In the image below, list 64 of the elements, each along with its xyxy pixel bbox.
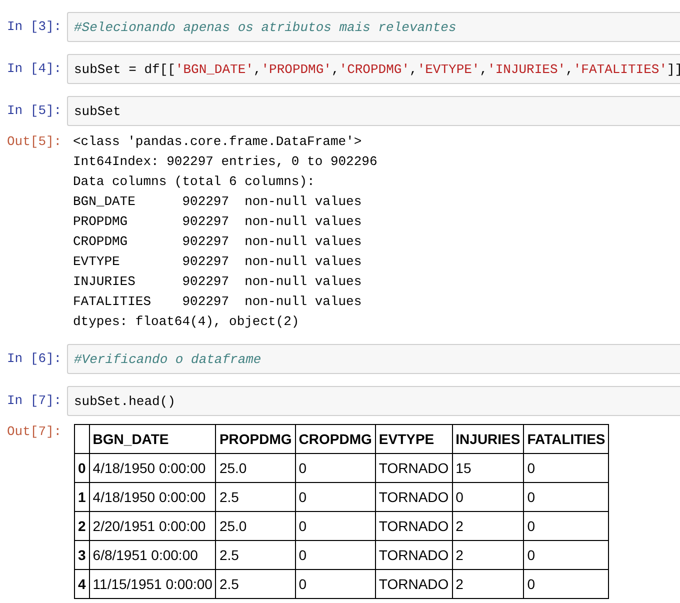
table-cell: 2.5 (216, 540, 296, 570)
table-cell: 0 (524, 482, 609, 512)
input-prompt: In [7]: (7, 392, 63, 410)
row-index: 4 (74, 570, 90, 598)
table-cell: 25.0 (216, 512, 296, 540)
code-cell[interactable]: subSet.head() (67, 386, 680, 416)
code-cell[interactable]: subSet = df[['BGN_DATE','PROPDMG','CROPDMG','EVTYPE','INJURIES','FATALITIES']] (67, 54, 680, 84)
output-line: INJURIES 902297 non-null values (73, 273, 363, 291)
code-cell[interactable]: #Selecionando apenas os atributos mais relevantes (67, 12, 680, 42)
table-cell: TORNADO (375, 570, 452, 598)
output-line: Int64Index: 902297 entries, 0 to 902296 (73, 153, 378, 171)
table-cell: 2 (452, 540, 524, 570)
table-cell: 0 (524, 454, 609, 482)
column-header: CROPDMG (295, 424, 376, 454)
output-prompt: Out[7]: (7, 423, 63, 441)
table-cell: 6/8/1951 0:00:00 (89, 540, 216, 570)
input-prompt: In [5]: (7, 102, 63, 120)
table-cell: TORNADO (375, 540, 452, 570)
row-index: 2 (74, 512, 90, 540)
code-cell[interactable]: subSet (67, 96, 680, 126)
table-cell: 2.5 (216, 570, 296, 598)
output-line: FATALITIES 902297 non-null values (73, 293, 363, 311)
row-index: 1 (74, 482, 90, 512)
table-cell: 4/18/1950 0:00:00 (89, 454, 216, 482)
column-header: FATALITIES (524, 424, 609, 454)
row-index: 3 (74, 540, 90, 570)
table-cell: 0 (452, 482, 524, 512)
column-header: BGN_DATE (89, 424, 216, 454)
index-header (74, 424, 90, 454)
output-line: PROPDMG 902297 non-null values (73, 213, 363, 231)
table-cell: 0 (295, 570, 376, 598)
code-cell[interactable]: #Verificando o dataframe (67, 344, 680, 374)
input-prompt: In [6]: (7, 350, 63, 368)
table-cell: 0 (295, 454, 376, 482)
table-cell: 0 (524, 540, 609, 570)
table-cell: 2 (452, 570, 524, 598)
table-cell: TORNADO (375, 512, 452, 540)
output-prompt: Out[5]: (7, 133, 63, 151)
table-cell: TORNADO (375, 482, 452, 512)
row-index: 0 (74, 454, 90, 482)
table-cell: 0 (524, 570, 609, 598)
output-line: BGN_DATE 902297 non-null values (73, 193, 363, 211)
output-line: EVTYPE 902297 non-null values (73, 253, 363, 271)
table-cell: 25.0 (216, 454, 296, 482)
output-line: CROPDMG 902297 non-null values (73, 233, 363, 251)
table-cell: TORNADO (375, 454, 452, 482)
table-cell: 15 (452, 454, 524, 482)
table-cell: 11/15/1951 0:00:00 (89, 570, 216, 598)
output-line: Data columns (total 6 columns): (73, 173, 316, 191)
input-prompt: In [3]: (7, 18, 63, 36)
table-cell: 0 (295, 482, 376, 512)
column-header: EVTYPE (375, 424, 452, 454)
output-line: <class 'pandas.core.frame.DataFrame'> (73, 133, 363, 151)
table-cell: 4/18/1950 0:00:00 (89, 482, 216, 512)
column-header: PROPDMG (216, 424, 296, 454)
input-prompt: In [4]: (7, 60, 63, 78)
table-cell: 0 (295, 512, 376, 540)
table-cell: 2/20/1951 0:00:00 (89, 512, 216, 540)
table-cell: 2.5 (216, 482, 296, 512)
output-line: dtypes: float64(4), object(2) (73, 313, 300, 331)
table-cell: 2 (452, 512, 524, 540)
column-header: INJURIES (452, 424, 524, 454)
table-cell: 0 (295, 540, 376, 570)
table-cell: 0 (524, 512, 609, 540)
